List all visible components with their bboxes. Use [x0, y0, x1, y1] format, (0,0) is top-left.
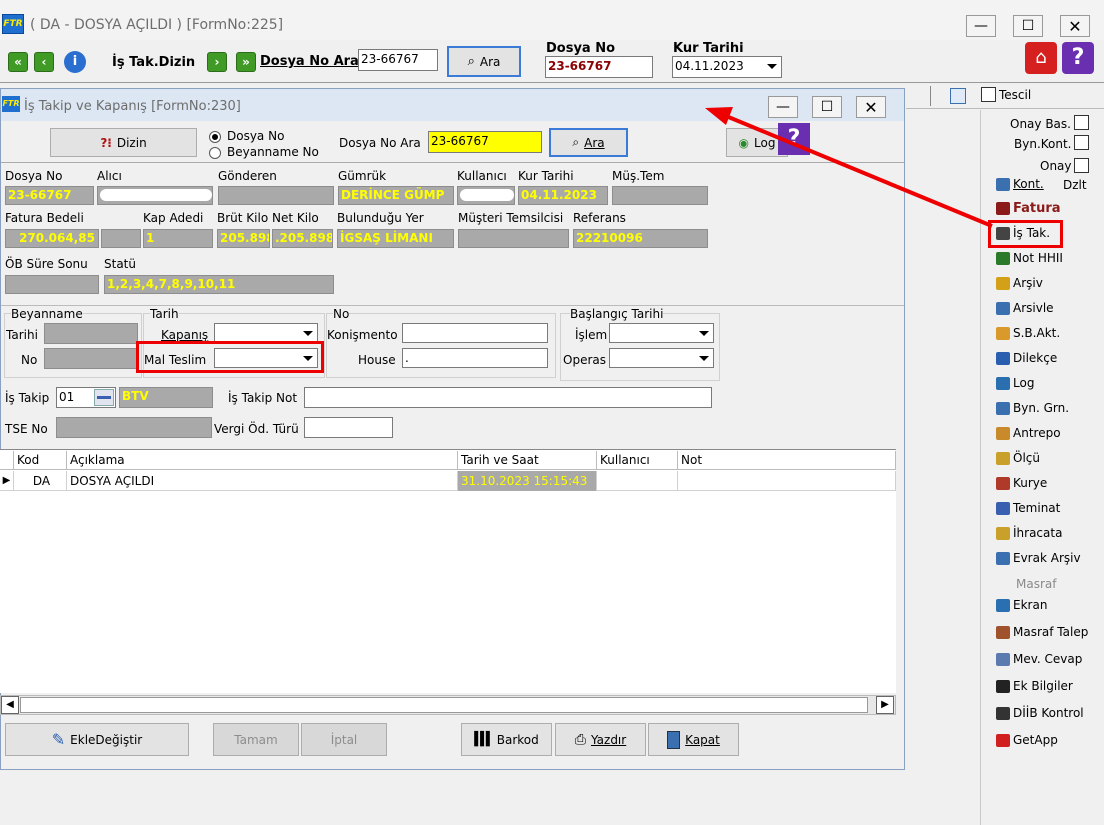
annotation-arrow: [705, 107, 993, 228]
annotation-arrow-head: [705, 107, 733, 125]
annotation-arrow-line: [725, 114, 993, 228]
